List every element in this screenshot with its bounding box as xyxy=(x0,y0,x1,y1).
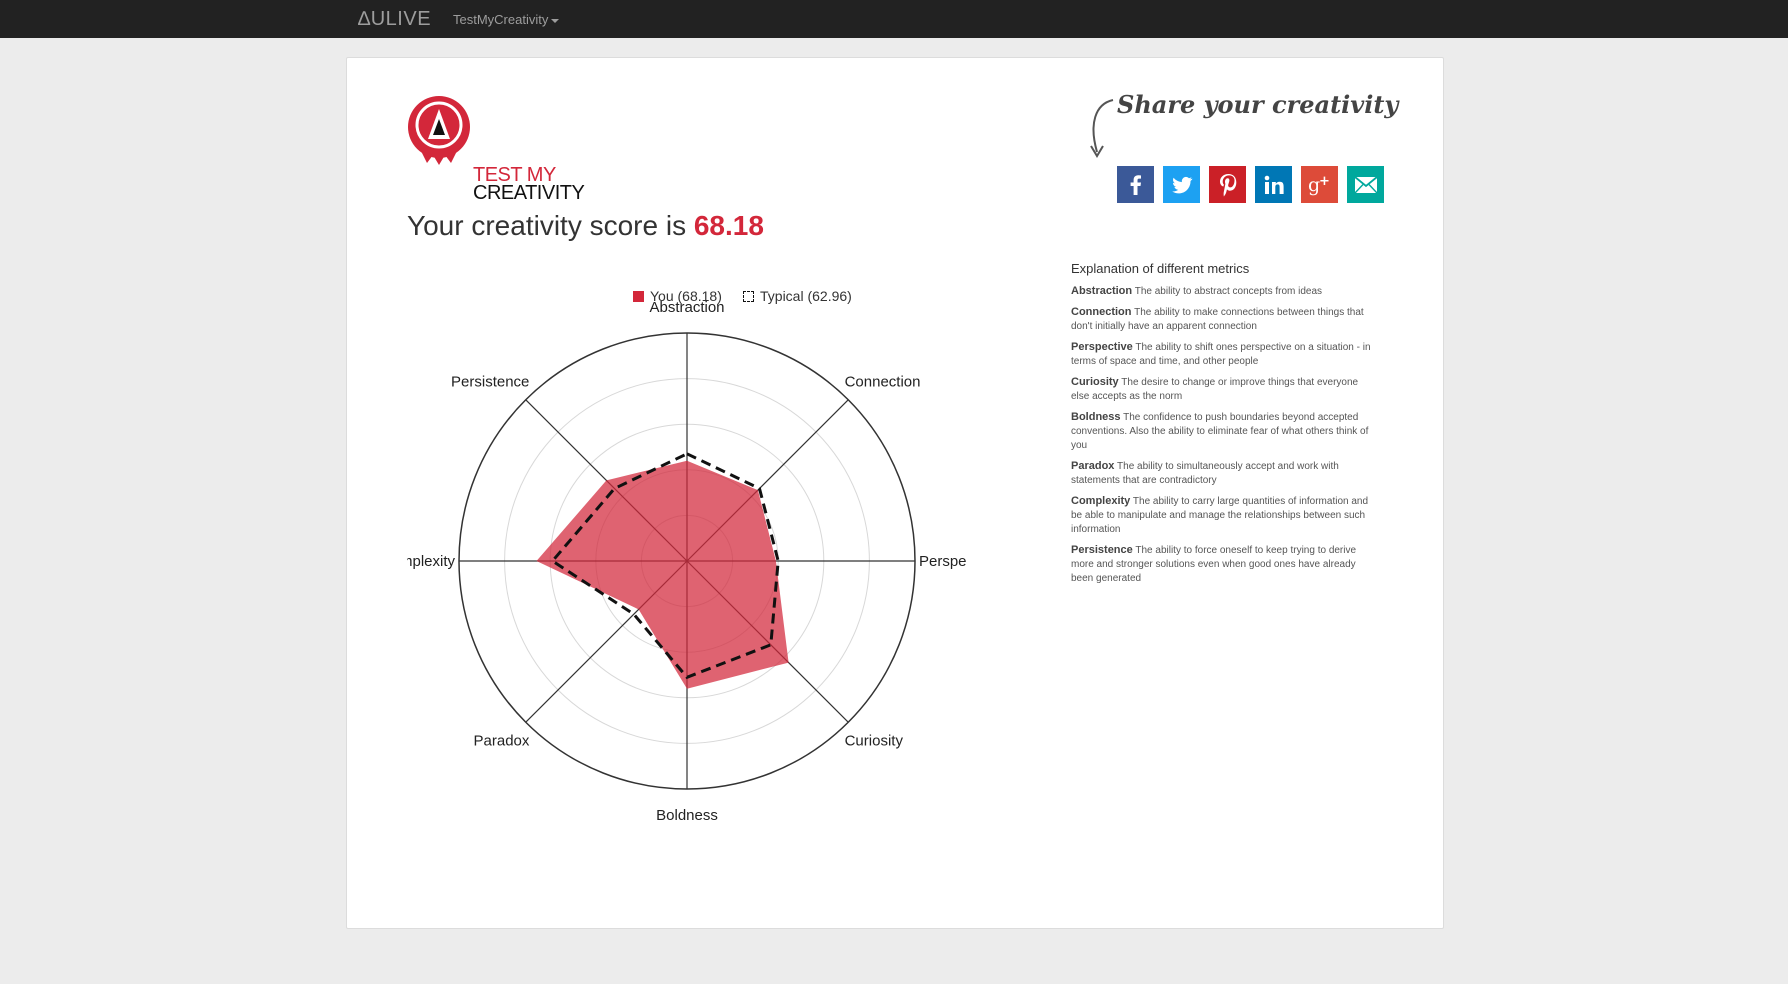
metric-name: Curiosity xyxy=(1071,376,1119,388)
metric-item: Perspective The ability to shift ones pe… xyxy=(1071,340,1371,369)
metrics-title: Explanation of different metrics xyxy=(1071,261,1250,276)
metric-name: Boldness xyxy=(1071,411,1121,423)
google-plus-icon: g+ xyxy=(1308,174,1330,196)
creativity-score-heading: Your creativity score is 68.18 xyxy=(407,210,764,242)
svg-text:+: + xyxy=(1319,174,1330,189)
metric-desc: The ability to abstract concepts from id… xyxy=(1134,286,1323,297)
score-prefix: Your creativity score is xyxy=(407,210,694,241)
metric-name: Persistence xyxy=(1071,544,1133,556)
curved-arrow-icon xyxy=(1090,99,1114,158)
metric-item: Complexity The ability to carry large qu… xyxy=(1071,494,1371,537)
metric-item: Persistence The ability to force oneself… xyxy=(1071,543,1371,586)
facebook-share-button[interactable] xyxy=(1117,166,1154,203)
metric-item: Boldness The confidence to push boundari… xyxy=(1071,410,1371,453)
logo: TEST MY CREATIVITY xyxy=(407,95,607,203)
twitter-icon xyxy=(1171,176,1192,193)
google-plus-share-button[interactable]: g + xyxy=(1301,166,1338,203)
axis-label-paradox: Paradox xyxy=(474,733,530,750)
metric-name: Perspective xyxy=(1071,341,1133,353)
pinterest-share-button[interactable] xyxy=(1209,166,1246,203)
share-section: Share your creativity g + xyxy=(1087,84,1417,204)
facebook-icon xyxy=(1130,174,1141,195)
results-card: TEST MY CREATIVITY Share your creativity… xyxy=(346,57,1444,929)
metric-name: Abstraction xyxy=(1071,285,1133,297)
axis-label-boldness: Boldness xyxy=(656,807,718,824)
caret-down-icon xyxy=(551,18,560,23)
share-title: Share your creativity xyxy=(1117,90,1399,119)
metrics-explanation: Explanation of different metrics Abstrac… xyxy=(1071,261,1371,592)
axis-label-connection: Connection xyxy=(845,373,921,390)
twitter-share-button[interactable] xyxy=(1163,166,1200,203)
product-dropdown[interactable]: TestMyCreativity xyxy=(453,12,560,27)
linkedin-share-button[interactable] xyxy=(1255,166,1292,203)
score-value: 68.18 xyxy=(693,210,764,241)
metric-name: Complexity xyxy=(1071,495,1131,507)
email-share-button[interactable] xyxy=(1347,166,1384,203)
metric-name: Paradox xyxy=(1071,460,1115,472)
axis-label-complexity: Complexity xyxy=(407,553,455,570)
email-icon xyxy=(1353,175,1378,193)
pinterest-icon xyxy=(1219,173,1236,196)
brand-link[interactable]: ∆ULIVE xyxy=(358,8,431,31)
logo-text-line2: CREATIVITY xyxy=(473,182,585,204)
top-navbar: ∆ULIVE TestMyCreativity xyxy=(0,0,1788,38)
metric-item: Abstraction The ability to abstract conc… xyxy=(1071,284,1371,299)
radar-chart: Abstraction Connection Perspective Curiosit… xyxy=(407,299,967,824)
axis-label-curiosity: Curiosity xyxy=(845,733,904,750)
axis-label-abstraction: Abstraction xyxy=(649,299,724,316)
logo-badge-icon xyxy=(408,96,470,165)
product-dropdown-label: TestMyCreativity xyxy=(453,12,549,27)
metric-item: Curiosity The desire to change or improv… xyxy=(1071,375,1371,404)
metric-item: Connection The ability to make connectio… xyxy=(1071,305,1371,334)
metric-name: Connection xyxy=(1071,306,1132,318)
linkedin-icon xyxy=(1264,175,1284,194)
axis-label-perspective: Perspective xyxy=(919,553,967,570)
axis-label-persistence: Persistence xyxy=(451,373,529,390)
metric-item: Paradox The ability to simultaneously ac… xyxy=(1071,459,1371,488)
